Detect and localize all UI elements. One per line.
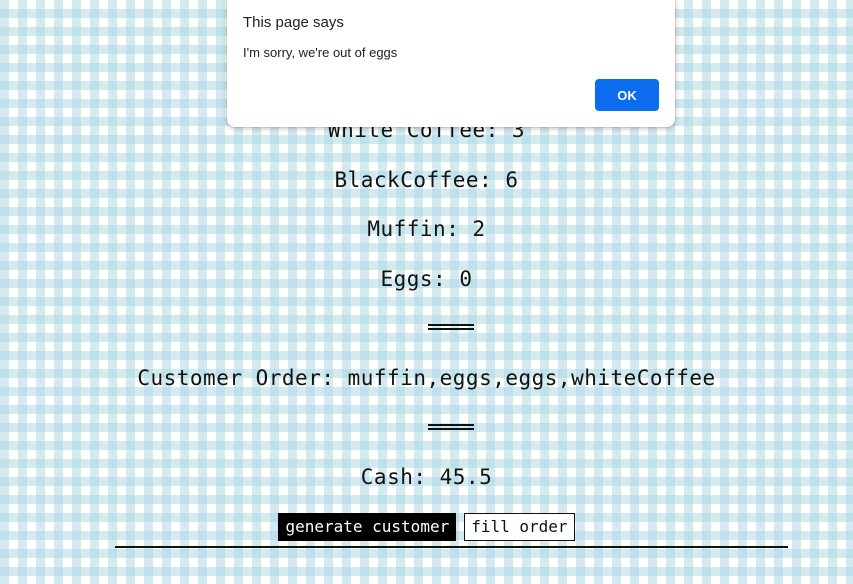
alert-title: This page says [243, 14, 344, 31]
eggs-count: Eggs: 0 [380, 267, 473, 291]
section-divider [428, 424, 474, 430]
ok-button[interactable]: OK [595, 79, 659, 111]
black-coffee-count: BlackCoffee: 6 [334, 168, 519, 192]
generate-customer-button[interactable]: generate customer [278, 513, 457, 541]
alert-message: I'm sorry, we're out of eggs [243, 45, 398, 60]
customer-order: Customer Order: muffin,eggs,eggs,whiteCo… [137, 366, 716, 390]
section-divider [428, 324, 474, 330]
muffin-count: Muffin: 2 [367, 217, 486, 241]
horizontal-rule [115, 546, 788, 548]
fill-order-button[interactable]: fill order [464, 513, 575, 541]
action-buttons: generate customer fill order [0, 513, 853, 541]
cash-amount: Cash: 45.5 [360, 465, 493, 489]
alert-dialog: This page says I'm sorry, we're out of e… [227, 0, 675, 127]
